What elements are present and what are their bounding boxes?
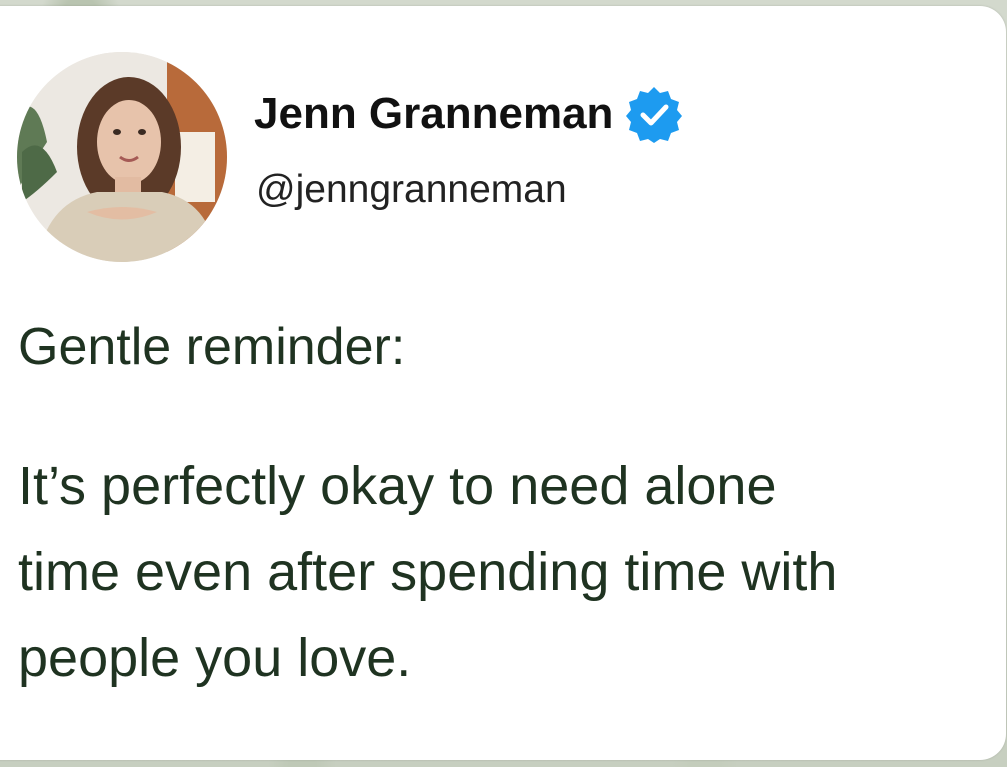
author-name-row: Jenn Granneman <box>254 85 683 143</box>
verified-badge-icon <box>625 85 683 143</box>
tweet-body-line: time even after spending time with <box>18 542 838 602</box>
avatar[interactable] <box>17 52 227 262</box>
profile-photo-icon <box>17 52 227 262</box>
tweet-intro: Gentle reminder: <box>18 318 406 376</box>
tweet-body: It’s perfectly okay to need alone time e… <box>18 443 998 701</box>
tweet-body-line: people you love. <box>18 628 412 688</box>
author-handle[interactable]: @jenngranneman <box>256 168 567 212</box>
tweet-body-line: It’s perfectly okay to need alone <box>18 456 777 516</box>
author-display-name[interactable]: Jenn Granneman <box>254 89 613 139</box>
